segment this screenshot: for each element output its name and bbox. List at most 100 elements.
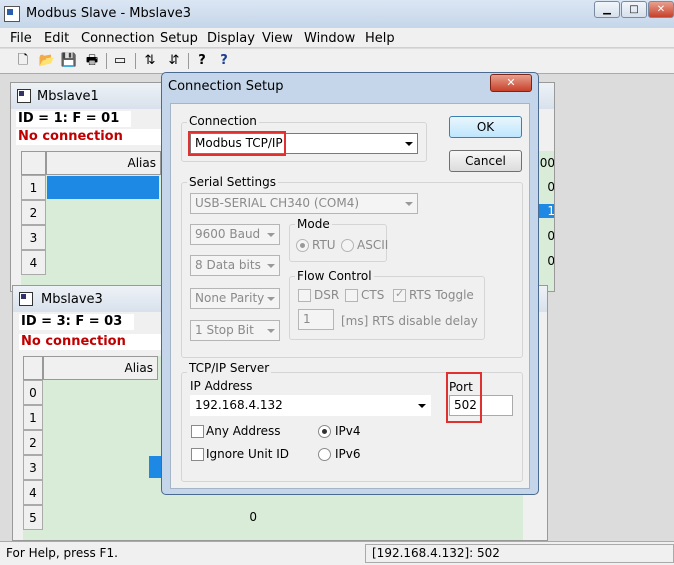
id-line: ID = 1: F = 01 [16, 111, 131, 127]
chevron-down-icon [405, 142, 413, 146]
menu-edit[interactable]: Edit [44, 31, 69, 46]
row-header: 0 [23, 380, 43, 405]
print-icon[interactable]: 🖶 [83, 52, 101, 70]
menu-file[interactable]: File [10, 31, 32, 46]
alias-column-header: Alias [43, 356, 158, 380]
close-button[interactable]: ✕ [648, 1, 674, 18]
flow-control-label: Flow Control [295, 269, 374, 283]
ok-button[interactable]: OK [449, 116, 522, 138]
minimize-button[interactable]: ▁ [594, 1, 620, 18]
chevron-down-icon [418, 404, 426, 408]
rtu-radio[interactable] [296, 239, 309, 252]
serial-settings-label: Serial Settings [187, 175, 278, 189]
ascii-radio[interactable] [341, 239, 354, 252]
any-address-label: Any Address [206, 424, 281, 438]
open-icon[interactable]: 📂 [38, 52, 56, 70]
ipv4-radio[interactable] [318, 425, 331, 438]
row-header: 5 [23, 505, 43, 530]
value-cell[interactable]: 0 [223, 510, 257, 524]
context-help-icon[interactable]: ? [215, 52, 233, 70]
toolbar-separator [135, 53, 136, 69]
row-header: 4 [21, 250, 46, 275]
selected-cell[interactable] [47, 176, 159, 199]
menu-connection[interactable]: Connection [81, 31, 155, 46]
ipv4-label: IPv4 [335, 424, 361, 438]
highlight-box [446, 372, 482, 423]
row-header: 3 [23, 455, 43, 480]
ip-address-select[interactable]: 192.168.4.132 [190, 395, 431, 416]
document-icon [19, 292, 33, 306]
dialog-title: Connection Setup [168, 79, 284, 94]
ipv6-radio[interactable] [318, 448, 331, 461]
mode-label: Mode [295, 217, 332, 231]
any-address-checkbox[interactable] [191, 425, 204, 438]
app-title: Modbus Slave - Mbslave3 [26, 6, 192, 21]
chevron-down-icon [267, 297, 275, 301]
cts-label: CTS [361, 288, 385, 302]
child-title: Mbslave3 [41, 292, 103, 307]
row-header: 1 [21, 175, 46, 200]
parity-value: None Parity [195, 291, 265, 305]
chevron-down-icon [267, 233, 275, 237]
menu-setup[interactable]: Setup [160, 31, 198, 46]
connection-setup-dialog: Connection Setup ✕ Connection Modbus TCP… [161, 72, 539, 495]
new-icon[interactable]: 🗋 [14, 52, 32, 70]
baud-select[interactable]: 9600 Baud [190, 224, 280, 245]
maximize-button[interactable]: □ [621, 1, 647, 18]
menu-help[interactable]: Help [365, 31, 395, 46]
chevron-down-icon [267, 264, 275, 268]
stop-bits-select[interactable]: 1 Stop Bit [190, 320, 280, 341]
menu-bar: File Edit Connection Setup Display View … [0, 28, 674, 48]
data-bits-value: 8 Data bits [195, 258, 261, 272]
value-cell[interactable]: 0 [539, 180, 554, 194]
ascii-label: ASCII [357, 238, 389, 252]
rtu-label: RTU [312, 238, 336, 252]
value-cell[interactable]: 1 [539, 204, 554, 218]
cancel-button[interactable]: Cancel [449, 150, 522, 172]
cts-checkbox[interactable] [345, 289, 358, 302]
chevron-down-icon [267, 329, 275, 333]
flow-control-group [289, 276, 485, 340]
rts-delay-input[interactable]: 1 [298, 309, 334, 330]
save-icon[interactable]: 💾 [60, 52, 78, 70]
value-cell[interactable]: 00 [539, 156, 554, 170]
menu-display[interactable]: Display [207, 31, 255, 46]
window-icon[interactable]: ▭ [111, 52, 129, 70]
document-icon [17, 89, 31, 103]
grid-corner [21, 151, 46, 175]
menu-view[interactable]: View [262, 31, 293, 46]
menu-window[interactable]: Window [304, 31, 355, 46]
toolbar-separator [106, 53, 107, 69]
chevron-down-icon [405, 202, 413, 206]
toolbar: 🗋 📂 💾 🖶 ▭ ⇅ ⇵ ? ? [0, 49, 674, 74]
dialog-close-button[interactable]: ✕ [490, 74, 532, 92]
app-icon [4, 6, 20, 22]
serial-port-select[interactable]: USB-SERIAL CH340 (COM4) [190, 193, 418, 214]
parity-select[interactable]: None Parity [190, 288, 280, 309]
connection-group-label: Connection [187, 114, 259, 128]
dsr-checkbox[interactable] [298, 289, 311, 302]
row-header: 2 [23, 430, 43, 455]
rts-delay-label: [ms] RTS disable delay [341, 314, 478, 328]
rts-toggle-label: RTS Toggle [409, 288, 474, 302]
connect-icon[interactable]: ⇅ [141, 52, 159, 70]
disconnect-icon[interactable]: ⇵ [165, 52, 183, 70]
grid-corner [23, 356, 43, 380]
ip-address-value: 192.168.4.132 [195, 398, 283, 412]
id-line: ID = 3: F = 03 [19, 314, 134, 330]
ignore-unit-id-checkbox[interactable] [191, 448, 204, 461]
rts-toggle-checkbox[interactable] [393, 287, 406, 302]
value-cell[interactable]: 0 [539, 229, 554, 243]
ip-address-label: IP Address [190, 379, 253, 393]
row-header: 3 [21, 225, 46, 250]
baud-value: 9600 Baud [195, 227, 261, 241]
ipv6-label: IPv6 [335, 447, 361, 461]
row-header: 1 [23, 405, 43, 430]
ignore-unit-id-label: Ignore Unit ID [206, 447, 289, 461]
connection-status: No connection [19, 334, 164, 350]
data-bits-select[interactable]: 8 Data bits [190, 255, 280, 276]
value-cell[interactable]: 0 [539, 254, 554, 268]
help-icon[interactable]: ? [193, 52, 211, 70]
status-bar: For Help, press F1. [192.168.4.132]: 502 [0, 541, 674, 565]
status-connection: [192.168.4.132]: 502 [365, 544, 674, 563]
